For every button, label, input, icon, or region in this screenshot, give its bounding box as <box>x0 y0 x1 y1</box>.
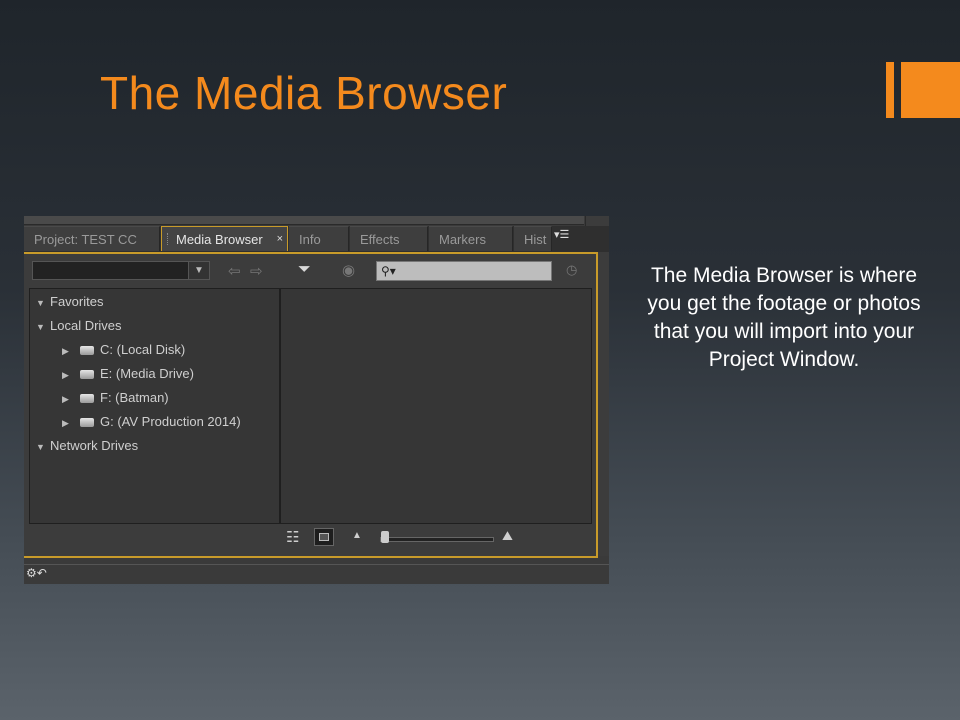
tree-item-label: Local Drives <box>50 318 122 333</box>
forward-arrow-icon[interactable]: ⇨ <box>250 262 263 280</box>
tab-info-label: Info <box>299 232 321 247</box>
tab-media-browser[interactable]: Media Browser × <box>161 226 288 251</box>
collapse-triangle-icon[interactable]: ▶ <box>62 341 76 361</box>
hard-drive-icon <box>80 370 94 379</box>
path-dropdown[interactable] <box>32 261 208 280</box>
collapse-triangle-icon[interactable]: ▶ <box>62 389 76 409</box>
hard-drive-icon <box>80 418 94 427</box>
tree-item-label: E: (Media Drive) <box>100 366 194 381</box>
hard-drive-icon <box>80 346 94 355</box>
tab-grip-icon[interactable] <box>167 233 171 245</box>
tree-item-local-drives[interactable]: ▼ Local Drives <box>36 316 122 336</box>
tab-project[interactable]: Project: TEST CC <box>24 226 160 251</box>
hard-drive-icon <box>80 394 94 403</box>
eye-icon[interactable]: ◉ <box>342 261 355 279</box>
accent-block <box>901 62 960 118</box>
tab-effects-label: Effects <box>360 232 400 247</box>
tree-item-drive-f[interactable]: ▶ F: (Batman) <box>62 388 169 408</box>
zoom-large-icon[interactable]: ⛰ <box>502 528 513 544</box>
search-icon: ⚲▾ <box>381 264 396 278</box>
tab-project-label: Project: TEST CC <box>34 232 137 247</box>
search-options-icon[interactable]: ◷ <box>566 262 577 278</box>
tree-item-network-drives[interactable]: ▼ Network Drives <box>36 436 138 456</box>
drive-tree: ▼ Favorites ▼ Local Drives ▶ C: (Local Disk… <box>29 288 280 524</box>
tree-item-favorites[interactable]: ▼ Favorites <box>36 292 103 312</box>
tree-item-label: G: (AV Production 2014) <box>100 414 241 429</box>
tab-markers-label: Markers <box>439 232 486 247</box>
chevron-down-icon[interactable]: ▼ <box>188 261 210 280</box>
collapse-triangle-icon[interactable]: ▶ <box>62 365 76 385</box>
slide-description: The Media Browser is where you get the f… <box>647 264 921 371</box>
expand-triangle-icon[interactable]: ▼ <box>36 293 50 313</box>
media-browser-toolbar: ▼ ⇦ ⇨ ⏷ ◉ ⚲▾ ◷ <box>28 258 593 286</box>
collapse-triangle-icon[interactable]: ▶ <box>62 413 76 433</box>
tree-item-drive-g[interactable]: ▶ G: (AV Production 2014) <box>62 412 241 432</box>
panel-tab-bar: Project: TEST CC Media Browser × Info Ef… <box>24 226 609 252</box>
tree-item-label: C: (Local Disk) <box>100 342 186 357</box>
back-arrow-icon[interactable]: ⇦ <box>228 262 241 280</box>
gear-icon[interactable]: ⚙↶ <box>26 566 47 580</box>
icon-view-icon[interactable] <box>314 528 334 546</box>
media-content-pane[interactable] <box>280 288 592 524</box>
tree-item-label: F: (Batman) <box>100 390 169 405</box>
expand-triangle-icon[interactable]: ▼ <box>36 317 50 337</box>
tree-item-drive-c[interactable]: ▶ C: (Local Disk) <box>62 340 185 360</box>
slide-title: The Media Browser <box>100 67 508 119</box>
tab-media-browser-label: Media Browser <box>176 232 263 247</box>
media-browser-screenshot: Project: TEST CC Media Browser × Info Ef… <box>24 216 609 584</box>
tab-effects[interactable]: Effects <box>350 226 428 251</box>
tree-item-label: Network Drives <box>50 438 139 453</box>
zoom-small-icon[interactable]: ▲ <box>352 530 362 541</box>
filter-icon[interactable]: ⏷ <box>298 261 311 279</box>
expand-triangle-icon[interactable]: ▼ <box>36 437 50 457</box>
media-browser-bottom-bar: ☷ ▲ ⛰ <box>274 526 594 552</box>
search-input[interactable]: ⚲▾ <box>376 261 552 281</box>
close-tab-icon[interactable]: × <box>277 227 283 252</box>
list-view-icon[interactable]: ☷ <box>286 528 299 546</box>
panel-top-edge <box>24 216 584 225</box>
tab-markers[interactable]: Markers <box>429 226 513 251</box>
panel-menu-icon[interactable]: ▾☰ <box>554 228 569 241</box>
tab-info[interactable]: Info <box>289 226 349 251</box>
tree-item-drive-e[interactable]: ▶ E: (Media Drive) <box>62 364 194 384</box>
zoom-slider-thumb[interactable] <box>380 531 389 543</box>
tree-item-label: Favorites <box>50 294 104 309</box>
tab-history[interactable]: Hist <box>514 226 552 251</box>
zoom-slider[interactable] <box>380 537 494 542</box>
status-strip: ⚙↶ <box>24 564 609 584</box>
tab-history-label: Hist <box>524 232 547 247</box>
accent-bar <box>886 62 894 118</box>
